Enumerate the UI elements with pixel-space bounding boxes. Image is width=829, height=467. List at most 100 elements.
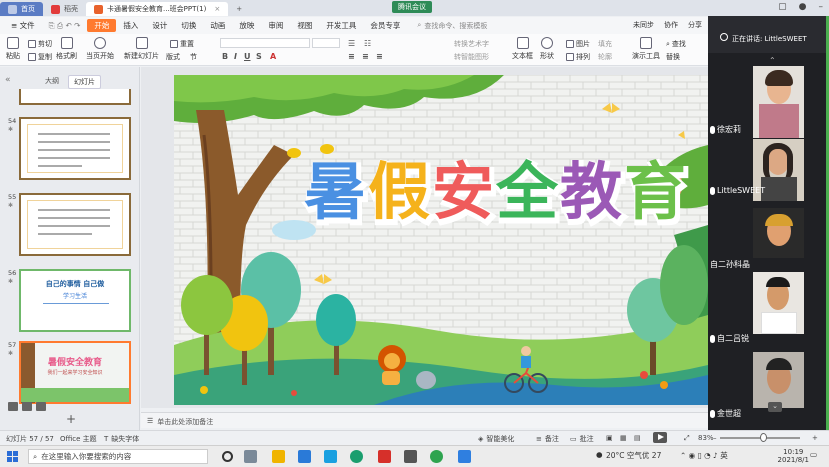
new-tab-button[interactable]: +: [228, 2, 250, 16]
missing-font-button[interactable]: 𝖳 缺失字体: [104, 434, 139, 444]
convert-art-button[interactable]: 转换艺术字: [454, 39, 489, 49]
from-current-button[interactable]: 当页开始: [86, 37, 114, 61]
italic-icon[interactable]: I: [234, 52, 237, 61]
tab-outline[interactable]: 大纲: [40, 75, 64, 89]
clock[interactable]: 10:19 2021/8/1: [778, 448, 809, 464]
zoom-level[interactable]: 83%: [698, 434, 714, 442]
taskbar-search[interactable]: ⌕ 在这里输入你要搜索的内容: [28, 449, 208, 464]
align-center-icon[interactable]: ≡: [362, 52, 369, 61]
view-normal-icon[interactable]: ▣: [606, 434, 613, 442]
scroll-up-icon[interactable]: ⌃: [769, 56, 776, 65]
menu-animation[interactable]: 动画: [203, 19, 232, 32]
outline-button[interactable]: 轮廓: [598, 52, 612, 62]
app-g-icon[interactable]: [404, 450, 417, 463]
layout-icon[interactable]: ▢: [778, 2, 787, 12]
weather-text[interactable]: 20°C 空气优 27: [606, 450, 661, 461]
zoom-slider-handle[interactable]: [760, 433, 767, 442]
font-name-select[interactable]: [220, 38, 310, 48]
notes-toggle[interactable]: ≡ 备注: [536, 434, 559, 444]
copy-button[interactable]: 复制: [28, 52, 52, 62]
wechat-icon[interactable]: [430, 450, 443, 463]
fit-icon[interactable]: ⤢: [684, 434, 690, 443]
bullet-list-icon[interactable]: ☰: [348, 39, 355, 48]
slide-thumb-57[interactable]: 57 ✱ 暑假安全教育 我们一起来学习安全知识: [6, 341, 134, 407]
textbox-button[interactable]: 文本框: [512, 37, 533, 61]
slide-57[interactable]: 暑暑假假安安全全教教育育: [174, 75, 708, 405]
font-color-icon[interactable]: A: [270, 52, 276, 61]
underline-icon[interactable]: U: [244, 52, 251, 61]
video-tile[interactable]: [753, 208, 804, 258]
close-tab-icon[interactable]: ×: [214, 5, 220, 13]
notification-icon[interactable]: ▭: [810, 450, 817, 459]
mail-icon[interactable]: [298, 450, 311, 463]
strikethrough-icon[interactable]: S: [256, 52, 262, 61]
zoom-in-icon[interactable]: +: [812, 434, 818, 442]
add-slide-icon[interactable]: +: [66, 412, 76, 426]
fill-button[interactable]: 填充: [598, 39, 612, 49]
replace-button[interactable]: 替换: [666, 52, 680, 62]
image-button[interactable]: 图片: [566, 39, 590, 49]
cortana-icon[interactable]: [222, 451, 233, 462]
cut-button[interactable]: 剪切: [28, 39, 52, 49]
tab-document[interactable]: 卡通暑假安全教育...班会PPT(1) ×: [86, 2, 229, 16]
format-painter-button[interactable]: 格式刷: [56, 37, 77, 61]
slide-title[interactable]: 暑暑 假假 安安 全全 教教 育育: [303, 155, 691, 234]
menu-view[interactable]: 视图: [290, 19, 319, 32]
thumb-tool-icon[interactable]: [36, 402, 46, 411]
shape-button[interactable]: 形状: [540, 37, 554, 61]
convert-smartart-button[interactable]: 转智能图形: [454, 52, 489, 62]
collab-button[interactable]: 协作: [664, 20, 678, 30]
tab-slides[interactable]: 幻灯片: [68, 75, 101, 89]
task-view-icon[interactable]: [244, 450, 257, 463]
edge-icon[interactable]: [350, 450, 363, 463]
tencent-meeting-icon[interactable]: [458, 450, 471, 463]
align-left-icon[interactable]: ≡: [348, 52, 355, 61]
thumb-tool-icon[interactable]: [22, 402, 32, 411]
collapse-panel-icon[interactable]: «: [5, 75, 11, 85]
windows-start-icon[interactable]: [7, 451, 18, 462]
font-size-select[interactable]: [312, 38, 340, 48]
video-tile[interactable]: [753, 272, 804, 334]
command-search[interactable]: ⌕ 查找命令、搜索模板: [417, 21, 487, 31]
quick-access-icons[interactable]: ⎘ ⎙ ↶ ↷: [42, 19, 88, 32]
menu-insert[interactable]: 插入: [116, 19, 145, 32]
share-button[interactable]: 分享: [688, 20, 702, 30]
theme-name[interactable]: Office 主题: [60, 434, 97, 444]
wps-icon[interactable]: [378, 450, 391, 463]
scroll-down-button[interactable]: ⌄: [768, 402, 782, 412]
tab-home[interactable]: 首页: [0, 2, 43, 16]
menu-member[interactable]: 会员专享: [363, 19, 407, 32]
store-icon[interactable]: [324, 450, 337, 463]
align-right-icon[interactable]: ≡: [376, 52, 383, 61]
present-tools-button[interactable]: 演示工具: [632, 37, 660, 61]
tray-icons[interactable]: ⌃ ◉ ▯ ◔ ♪ 英: [680, 450, 728, 461]
comments-toggle[interactable]: ▭ 批注: [570, 434, 594, 444]
bold-icon[interactable]: B: [222, 52, 228, 61]
zoom-out-icon[interactable]: –: [713, 434, 717, 442]
menu-home[interactable]: 开始: [87, 19, 117, 32]
arrange-button[interactable]: 排列: [566, 52, 590, 62]
slide-canvas[interactable]: 暑暑假假安安全全教教育育: [141, 67, 708, 408]
section-button[interactable]: 节: [190, 52, 197, 62]
menu-transition[interactable]: 切换: [174, 19, 203, 32]
minimize-icon[interactable]: –: [819, 2, 824, 12]
file-explorer-icon[interactable]: [272, 450, 285, 463]
slide-thumb-54[interactable]: 54 ✱: [6, 117, 134, 183]
thumb-tool-icon[interactable]: [8, 402, 18, 411]
view-reading-icon[interactable]: ▤: [634, 434, 641, 442]
slide-thumb-56[interactable]: 56 ✱ 自己的事情 自己做 学习生活: [6, 269, 134, 335]
menu-slideshow[interactable]: 放映: [232, 19, 261, 32]
slide-thumb-partial[interactable]: [6, 89, 134, 107]
sync-status[interactable]: 未同步: [633, 20, 654, 30]
avatar[interactable]: ●: [799, 2, 807, 12]
beautify-button[interactable]: ◈ 智能美化: [478, 434, 514, 444]
slide-thumb-55[interactable]: 55 ✱: [6, 193, 134, 259]
notes-pane[interactable]: ☰ 单击此处添加备注: [141, 412, 708, 428]
video-tile[interactable]: [753, 66, 804, 138]
new-slide-button[interactable]: 新建幻灯片: [124, 37, 159, 61]
view-sorter-icon[interactable]: ▦: [620, 434, 627, 442]
tab-docer[interactable]: 稻壳: [43, 2, 86, 16]
layout-button[interactable]: 版式: [166, 52, 180, 62]
slideshow-play-button[interactable]: [653, 432, 667, 443]
menu-design[interactable]: 设计: [145, 19, 174, 32]
